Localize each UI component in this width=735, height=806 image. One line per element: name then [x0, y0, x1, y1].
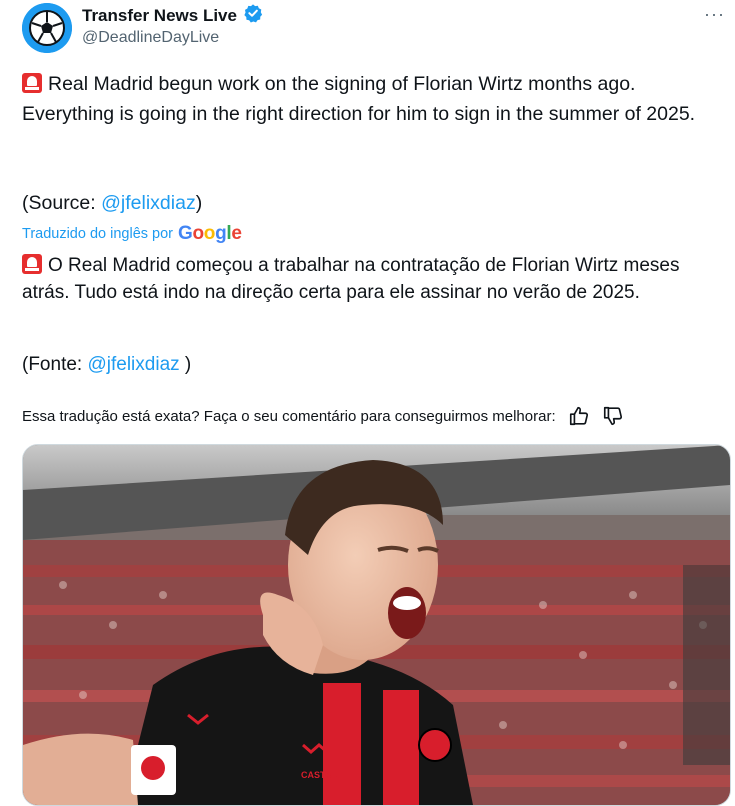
- translated-by-label[interactable]: Traduzido do inglês por Google: [22, 223, 242, 245]
- avatar[interactable]: [22, 3, 72, 53]
- google-logo: Google: [178, 223, 242, 244]
- police-light-icon: [22, 73, 42, 93]
- feedback-text: Essa tradução está exata? Faça o seu com…: [22, 407, 556, 425]
- thumbs-down-icon[interactable]: [602, 405, 624, 427]
- verified-badge-icon: [243, 3, 263, 28]
- original-text: Real Madrid begun work on the signing of…: [22, 73, 696, 125]
- jersey-text: CASTORE: [301, 770, 345, 780]
- translated-by-text: Traduzido do inglês por: [22, 226, 173, 242]
- fonte-suffix: ): [179, 354, 192, 375]
- tweet-text-translated: O Real Madrid começou a trabalhar na con…: [22, 252, 717, 306]
- tweet-media-photo[interactable]: CASTORE: [22, 444, 731, 806]
- soccer-ball-icon: [22, 3, 72, 53]
- fonte-prefix: (Fonte:: [22, 354, 88, 375]
- translated-text: O Real Madrid começou a trabalhar na con…: [22, 255, 680, 303]
- author-name-row: Transfer News Live: [82, 3, 263, 28]
- source-mention-link[interactable]: @jfelixdiaz: [101, 192, 196, 214]
- translated-source-line: (Fonte: @jfelixdiaz ): [22, 351, 717, 378]
- source-suffix: ): [195, 192, 203, 214]
- tweet-text-original: Real Madrid begun work on the signing of…: [22, 69, 717, 129]
- police-light-icon: [22, 254, 42, 274]
- original-source-line: (Source: @jfelixdiaz): [22, 188, 717, 218]
- more-options-icon[interactable]: ···: [704, 4, 725, 25]
- player-celebration-image: CASTORE: [23, 445, 730, 805]
- thumbs-up-icon[interactable]: [568, 405, 590, 427]
- author-display-name[interactable]: Transfer News Live: [82, 6, 237, 26]
- source-prefix: (Source:: [22, 192, 102, 214]
- fonte-mention-link[interactable]: @jfelixdiaz: [87, 354, 179, 375]
- translation-feedback: Essa tradução está exata? Faça o seu com…: [22, 405, 624, 427]
- author-handle[interactable]: @DeadlineDayLive: [82, 28, 219, 48]
